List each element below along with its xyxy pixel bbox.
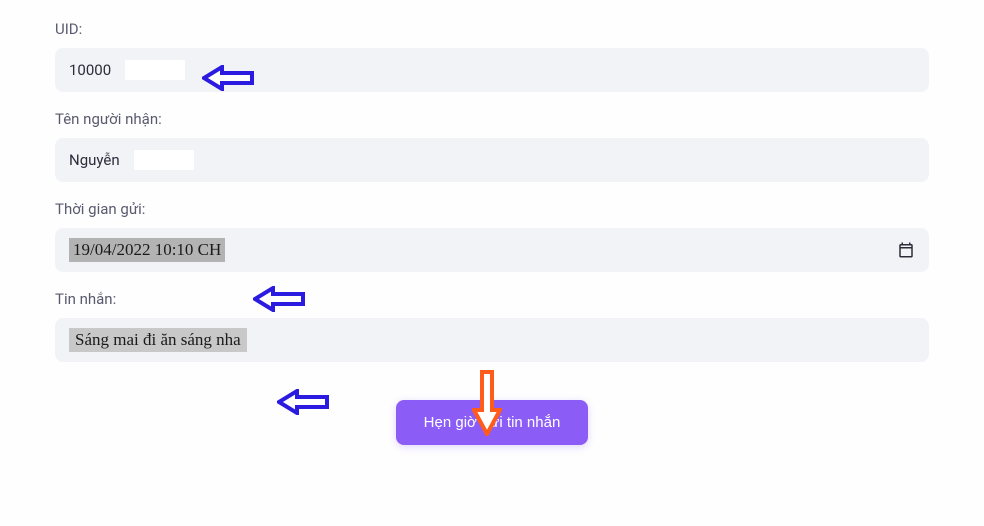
recipient-value: Nguyễn bbox=[69, 151, 130, 169]
message-value: Sáng mai đi ăn sáng nha bbox=[69, 328, 247, 352]
recipient-label: Tên người nhận: bbox=[55, 110, 929, 128]
schedule-button[interactable]: Hẹn giờ gửi tin nhắn bbox=[396, 400, 589, 445]
schedule-message-form: UID: 10000 Tên người nhận: Nguyễn Thời g… bbox=[0, 0, 984, 465]
recipient-mask bbox=[134, 150, 194, 170]
submit-row: Hẹn giờ gửi tin nhắn bbox=[55, 400, 929, 445]
uid-label: UID: bbox=[55, 20, 929, 38]
time-value: 19/04/2022 10:10 CH bbox=[69, 238, 225, 262]
uid-input[interactable]: 10000 bbox=[55, 48, 929, 92]
uid-value: 10000 bbox=[69, 61, 121, 79]
uid-group: UID: 10000 bbox=[55, 20, 929, 92]
recipient-input[interactable]: Nguyễn bbox=[55, 138, 929, 182]
message-label: Tin nhắn: bbox=[55, 290, 929, 308]
recipient-group: Tên người nhận: Nguyễn bbox=[55, 110, 929, 182]
time-group: Thời gian gửi: 19/04/2022 10:10 CH bbox=[55, 200, 929, 272]
message-group: Tin nhắn: Sáng mai đi ăn sáng nha bbox=[55, 290, 929, 362]
message-input[interactable]: Sáng mai đi ăn sáng nha bbox=[55, 318, 929, 362]
uid-mask bbox=[125, 60, 185, 80]
time-label: Thời gian gửi: bbox=[55, 200, 929, 218]
time-input[interactable]: 19/04/2022 10:10 CH bbox=[55, 228, 929, 272]
calendar-icon[interactable] bbox=[897, 241, 915, 259]
